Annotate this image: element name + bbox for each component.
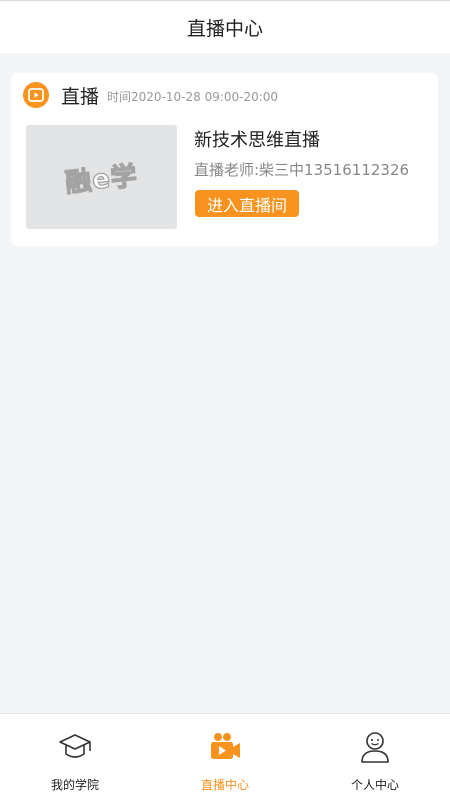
- tab-live-center[interactable]: 直播中心: [150, 714, 300, 800]
- tab-label: 个人中心: [350, 778, 399, 792]
- live-card-header: 直播 时间2020-10-28 09:00-20:00: [23, 81, 278, 109]
- tab-my-college[interactable]: 我的学院: [0, 714, 150, 800]
- app-header: 直播中心: [0, 0, 450, 53]
- live-play-icon: [23, 82, 49, 108]
- user-icon: [358, 730, 392, 764]
- teacher-info: 直播老师:柴三中13516112326: [194, 161, 410, 179]
- bottom-tab-bar: 我的学院 直播中心 个人中心: [0, 713, 450, 800]
- live-card-title: 直播: [61, 85, 100, 108]
- course-title[interactable]: 新技术思维直播: [194, 126, 320, 152]
- tab-label: 直播中心: [200, 778, 249, 792]
- page-title: 直播中心: [186, 17, 263, 40]
- tab-label: 我的学院: [50, 778, 99, 792]
- tab-profile[interactable]: 个人中心: [300, 714, 450, 800]
- video-camera-icon: [208, 730, 242, 764]
- course-thumbnail[interactable]: 融e学: [26, 125, 177, 229]
- graduation-cap-icon: [58, 730, 92, 764]
- live-card: 直播 时间2020-10-28 09:00-20:00 融e学 新技术思维直播 …: [11, 73, 438, 246]
- thumbnail-logo: 融e学: [63, 160, 140, 199]
- live-time: 时间2020-10-28 09:00-20:00: [107, 90, 279, 104]
- enter-live-room-button[interactable]: 进入直播间: [195, 190, 300, 217]
